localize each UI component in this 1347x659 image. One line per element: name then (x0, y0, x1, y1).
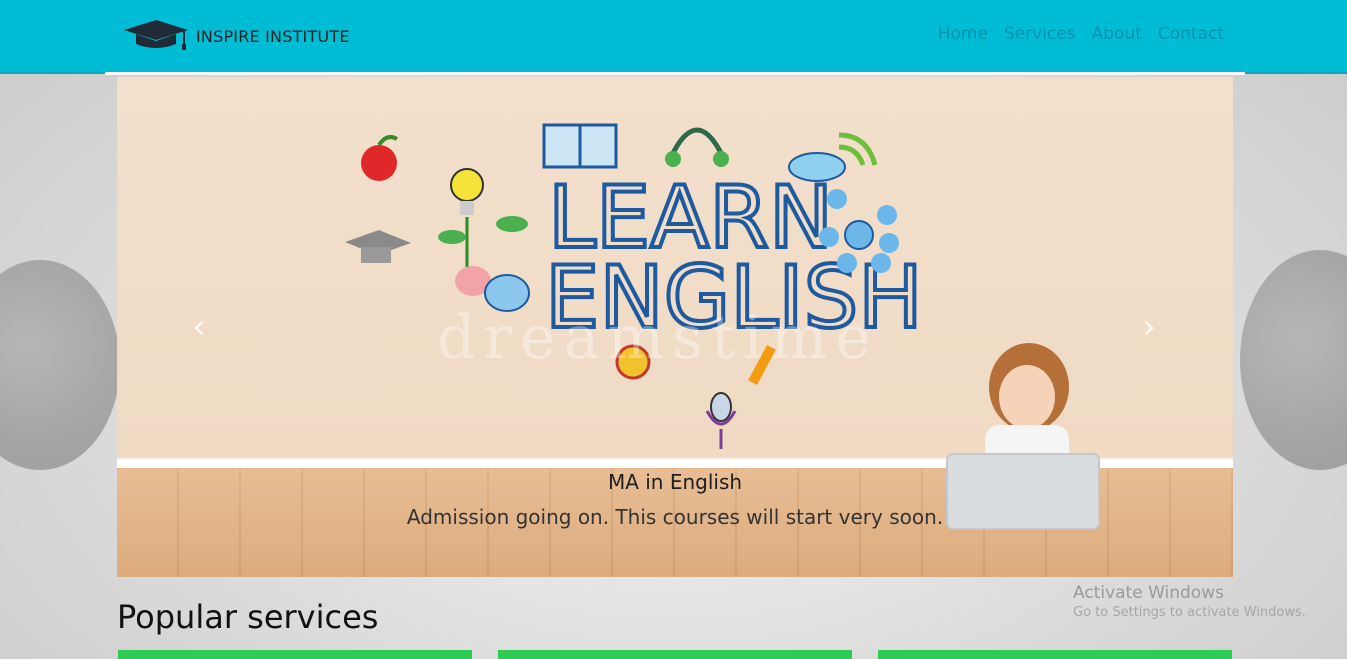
brand-name: INSPIRE INSTITUTE (196, 26, 350, 46)
activate-windows-overlay: Activate Windows Go to Settings to activ… (1073, 583, 1306, 620)
nav-link-home[interactable]: Home (938, 24, 988, 44)
headphones-icon (665, 127, 729, 167)
hero-carousel: LEARN ENGLISH dreamstime ‹ › MA in Engli… (117, 77, 1233, 577)
brand[interactable]: INSPIRE INSTITUTE (122, 18, 350, 54)
activate-windows-title: Activate Windows (1073, 583, 1224, 603)
service-card-1[interactable] (118, 650, 472, 659)
service-card-3[interactable] (878, 650, 1232, 659)
chevron-right-icon: › (1142, 307, 1156, 347)
girl-with-laptop (946, 343, 1100, 530)
watermark: dreamstime (437, 303, 879, 373)
apple-icon (361, 135, 399, 181)
globe-decoration-left (0, 260, 120, 470)
graduation-cap-doodle-icon (345, 230, 411, 263)
carousel-prev-button[interactable]: ‹ (179, 307, 219, 347)
wifi-icon (838, 132, 878, 166)
globe-decoration-right (1240, 250, 1347, 470)
navbar: INSPIRE INSTITUTE Home Services About Co… (0, 0, 1347, 74)
service-card-2[interactable] (498, 650, 852, 659)
nav-underline (105, 72, 1245, 75)
graduation-cap-icon (122, 16, 190, 56)
cloud-icon (788, 152, 846, 182)
nav-links: Home Services About Contact (938, 24, 1224, 44)
chevron-left-icon: ‹ (192, 307, 206, 347)
nav-link-about[interactable]: About (1092, 24, 1142, 44)
section-title: Popular services (117, 598, 379, 636)
caption-title: MA in English (607, 470, 743, 494)
activate-windows-subtitle: Go to Settings to activate Windows. (1073, 605, 1306, 620)
nav-link-contact[interactable]: Contact (1158, 24, 1224, 44)
nav-link-services[interactable]: Services (1004, 24, 1076, 44)
lightbulb-icon (438, 168, 528, 267)
carousel-next-button[interactable]: › (1129, 307, 1169, 347)
microphone-icon (705, 392, 737, 449)
caption-text: Admission going on. This courses will st… (406, 505, 944, 529)
book-icon (542, 123, 618, 169)
